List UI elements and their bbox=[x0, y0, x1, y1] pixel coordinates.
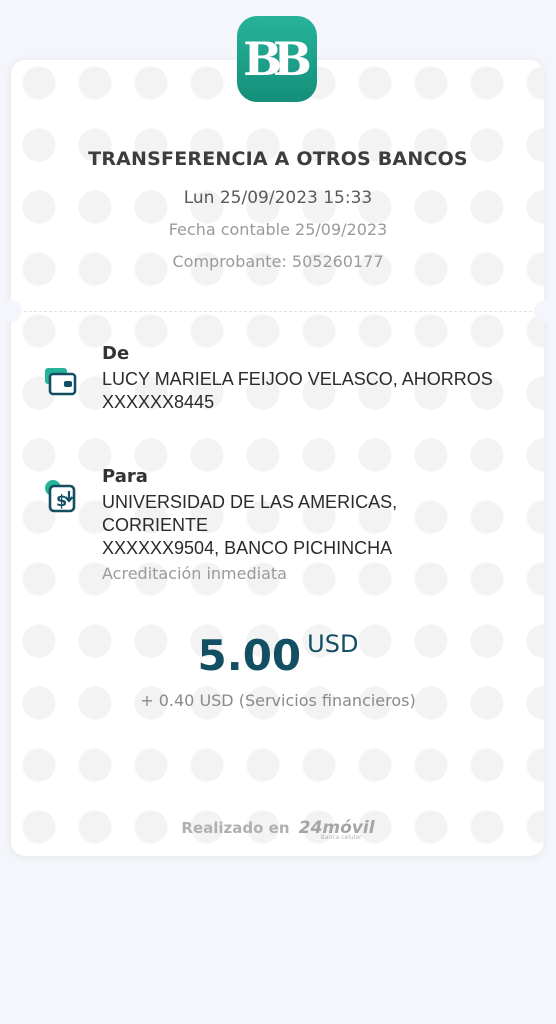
left-notch bbox=[0, 300, 22, 322]
watermark-pattern bbox=[11, 60, 544, 856]
footer: Realizado en 24móvil Banca celular bbox=[0, 818, 556, 841]
amount-value: 5.00 bbox=[197, 631, 302, 680]
to-label: Para bbox=[102, 466, 148, 487]
right-notch bbox=[534, 300, 556, 322]
from-account: LUCY MARIELA FEIJOO VELASCO, AHORROS XXX… bbox=[102, 369, 493, 412]
transaction-date: Lun 25/09/2023 15:33 bbox=[183, 188, 373, 208]
amount-row: 5.00 USD bbox=[0, 630, 556, 680]
accounting-date: Fecha contable 25/09/2023 bbox=[168, 220, 388, 239]
dashed-divider bbox=[24, 311, 532, 312]
svg-text:$: $ bbox=[56, 491, 67, 510]
brand-logo-24movil: 24móvil Banca celular bbox=[299, 818, 375, 841]
receipt-card bbox=[11, 60, 544, 856]
bank-logo: BB bbox=[237, 16, 317, 102]
credit-note: Acreditación inmediata bbox=[102, 564, 287, 583]
money-transfer-icon: $ bbox=[44, 480, 80, 516]
voucher-number: Comprobante: 505260177 bbox=[172, 252, 384, 271]
amount-currency: USD bbox=[307, 630, 359, 658]
receipt-title: TRANSFERENCIA A OTROS BANCOS bbox=[88, 148, 468, 170]
footer-text: Realizado en bbox=[181, 819, 290, 837]
to-account: UNIVERSIDAD DE LAS AMERICAS, CORRIENTE X… bbox=[102, 492, 398, 558]
wallet-icon bbox=[44, 366, 80, 402]
fee-text: + 0.40 USD (Servicios financieros) bbox=[140, 691, 416, 710]
brand-subtitle: Banca celular bbox=[320, 834, 362, 841]
from-label: De bbox=[102, 343, 130, 364]
